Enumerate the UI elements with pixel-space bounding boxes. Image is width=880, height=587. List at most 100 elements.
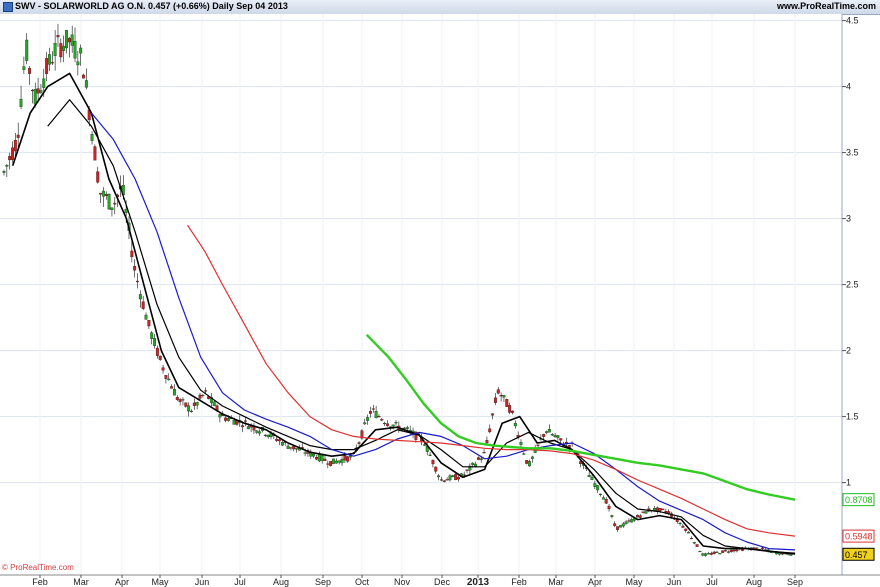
- x-tick-label: Jun: [195, 577, 210, 587]
- price-tag-label: 0.457: [845, 550, 868, 560]
- price-candle: [707, 553, 710, 555]
- x-tick-label: Jun: [667, 577, 682, 587]
- price-candle: [45, 58, 49, 74]
- price-candle: [664, 511, 668, 513]
- y-tick-label: 3: [846, 214, 851, 224]
- price-candle: [19, 98, 23, 107]
- price-candle: [377, 416, 381, 418]
- price-candle: [50, 62, 54, 64]
- price-candle: [13, 140, 17, 152]
- price-chart[interactable]: 1 1.5 2 2.5 3 3.5 4 4.5 Feb Mar Apr May Jun Jul Aug Se…: [0, 0, 880, 587]
- price-candle: [130, 250, 134, 258]
- price-candle: [525, 460, 529, 464]
- price-candle: [641, 511, 645, 513]
- price-candle: [332, 458, 335, 464]
- price-candle: [172, 389, 176, 396]
- x-axis: Feb Mar Apr May Jun Jul Aug Sep Oct Nov Dec 2013 Feb…: [0, 574, 880, 587]
- price-candle: [735, 549, 739, 552]
- price-candle: [448, 475, 452, 481]
- price-candle: [39, 90, 43, 93]
- y-tick-label: 4: [846, 82, 851, 92]
- price-candle: [84, 80, 88, 88]
- price-candle: [590, 476, 594, 481]
- price-candle: [5, 164, 9, 167]
- price-candle: [488, 428, 492, 433]
- price-candle: [25, 39, 29, 61]
- price-candle: [47, 54, 51, 65]
- price-candle: [422, 444, 426, 446]
- price-candle: [383, 422, 387, 425]
- price-candle: [522, 453, 526, 455]
- price-candle: [547, 428, 551, 433]
- price-candle: [644, 511, 648, 514]
- price-candle: [278, 439, 281, 442]
- price-candle: [65, 30, 68, 49]
- price-candle: [556, 435, 560, 438]
- price-candle: [334, 460, 338, 464]
- price-candle: [357, 442, 361, 444]
- price-candle: [212, 401, 216, 406]
- price-candle: [658, 508, 662, 511]
- price-candle: [701, 553, 705, 556]
- price-candle: [96, 171, 100, 183]
- price-candle: [542, 434, 546, 437]
- price-candle: [789, 554, 793, 556]
- price-candle: [36, 88, 40, 94]
- price-candle: [386, 423, 389, 426]
- price-candle: [442, 480, 446, 482]
- price-candle: [218, 414, 222, 418]
- price-candle: [687, 532, 691, 534]
- price-candle: [33, 89, 37, 105]
- price-candle: [454, 474, 458, 481]
- price-candle: [630, 519, 634, 523]
- price-candle: [195, 402, 199, 406]
- price-candle: [684, 528, 688, 531]
- price-candle: [530, 456, 534, 459]
- price-candle: [601, 497, 605, 500]
- price-candle: [695, 544, 699, 547]
- price-candle: [437, 475, 441, 478]
- price-candle: [536, 444, 540, 446]
- x-tick-label: Apr: [588, 577, 602, 587]
- price-candle: [178, 399, 182, 402]
- x-tick-label: Oct: [355, 577, 370, 587]
- price-candle: [124, 208, 128, 213]
- x-tick-label: May: [151, 577, 169, 587]
- price-candle: [286, 445, 290, 449]
- price-candle: [326, 463, 330, 465]
- price-candle: [371, 408, 375, 410]
- price-candle: [275, 438, 279, 441]
- price-candle: [56, 35, 60, 38]
- plot-area: [0, 14, 842, 575]
- price-candle: [8, 156, 12, 161]
- price-candle: [224, 417, 228, 421]
- x-tick-label: Dec: [434, 577, 451, 587]
- price-candle: [138, 294, 142, 300]
- price-candle: [732, 549, 736, 552]
- price-candle: [704, 553, 708, 556]
- y-axis: 1 1.5 2 2.5 3 3.5 4 4.5: [842, 16, 859, 488]
- price-candle: [479, 458, 483, 460]
- footer-copyright: © ProRealTime.com: [2, 563, 74, 572]
- x-tick-label: Feb: [511, 577, 527, 587]
- price-candle: [496, 389, 500, 394]
- price-candle: [59, 43, 63, 58]
- price-tag-label: 0.8708: [845, 495, 873, 505]
- price-candle: [141, 301, 145, 309]
- price-candle: [610, 515, 614, 517]
- x-tick-label: Aug: [273, 577, 289, 587]
- price-candle: [192, 402, 196, 406]
- price-candle: [246, 426, 250, 430]
- price-candle: [596, 485, 600, 491]
- price-candle: [613, 523, 617, 526]
- price-candle: [164, 375, 168, 379]
- price-candle: [153, 338, 157, 346]
- price-candle: [201, 394, 205, 396]
- price-candle: [726, 551, 730, 553]
- x-tick-label: Nov: [394, 577, 411, 587]
- chart-grid: [0, 14, 843, 575]
- price-candle: [491, 413, 495, 416]
- price-candle: [343, 455, 347, 461]
- price-candle: [445, 479, 449, 481]
- price-candle: [457, 477, 460, 480]
